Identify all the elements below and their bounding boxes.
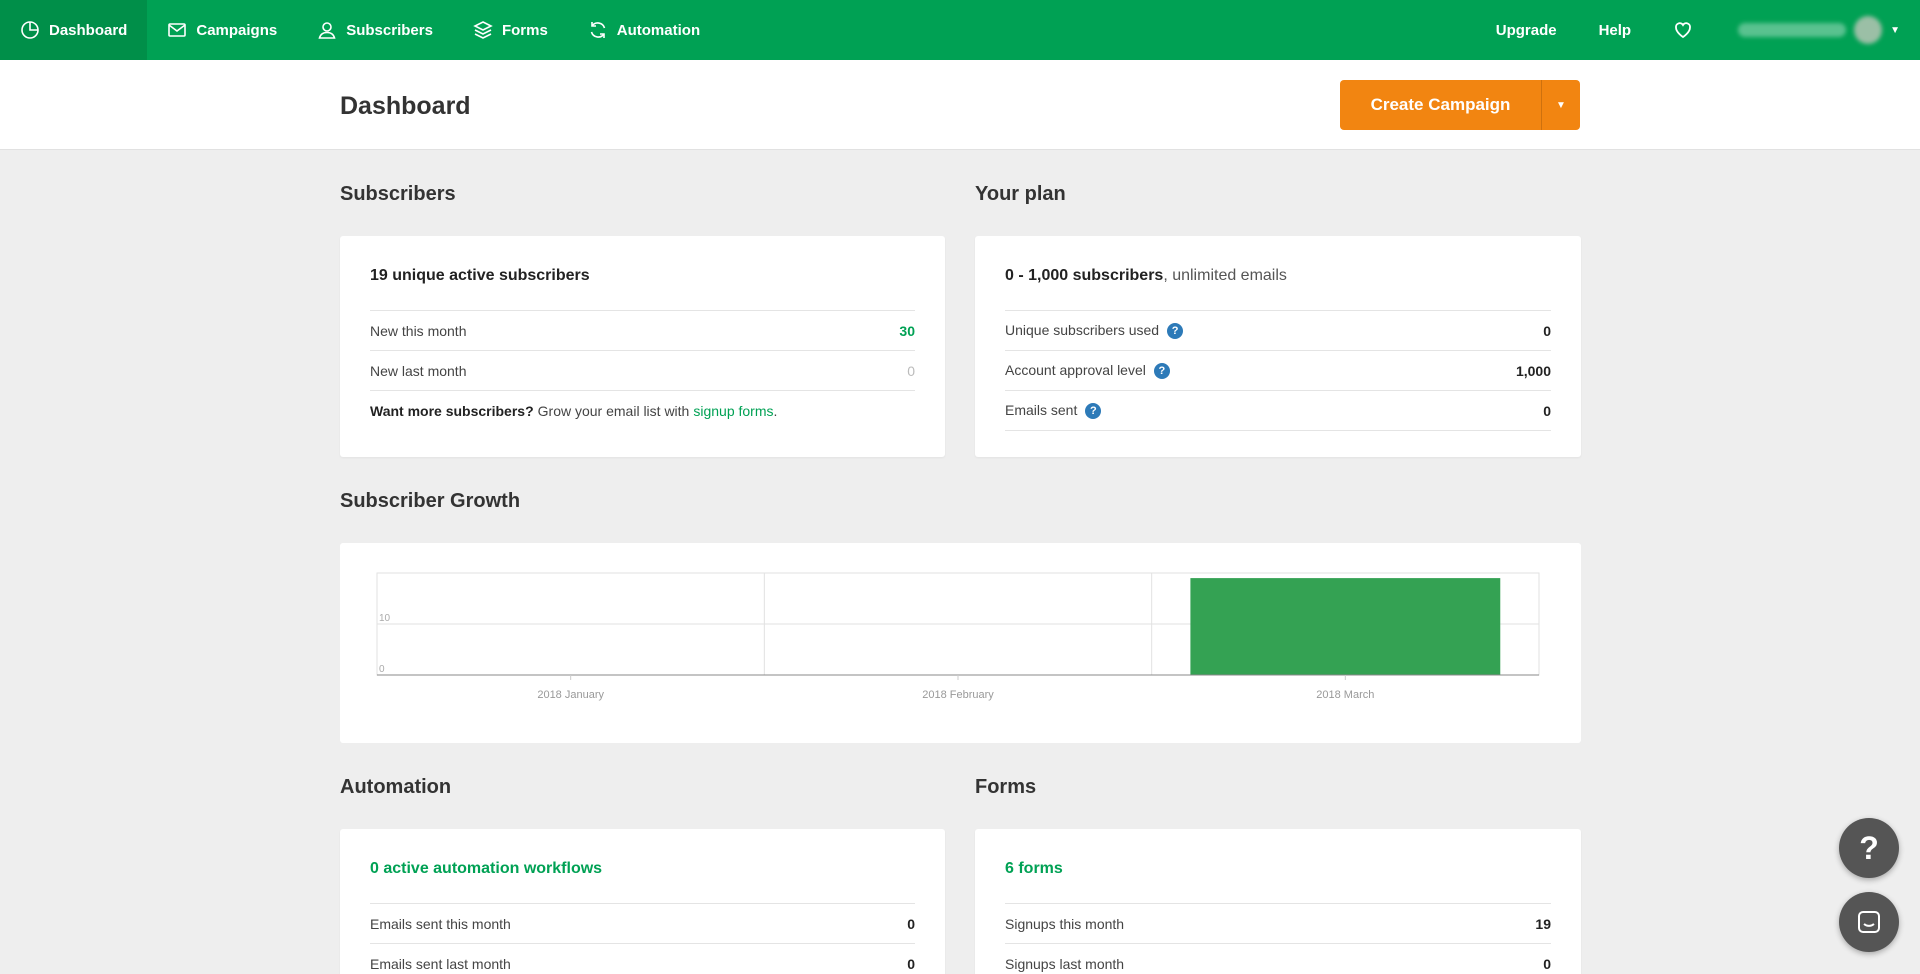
chevron-down-icon: ▼ [1556, 99, 1566, 111]
row-value: 0 [907, 915, 915, 932]
row-label: Account approval level [1005, 361, 1146, 378]
nav-item-automation[interactable]: Automation [568, 0, 720, 60]
row-label: Emails sent this month [370, 915, 511, 932]
note-bold: Want more subscribers? [370, 403, 534, 419]
nav-item-campaigns[interactable]: Campaigns [147, 0, 297, 60]
chart-bar [1190, 578, 1501, 675]
user-name-blurred [1738, 23, 1847, 37]
question-icon: ? [1859, 829, 1879, 866]
nav-label: Automation [616, 21, 701, 39]
chat-icon [1858, 911, 1880, 933]
row-label: Signups last month [1005, 955, 1125, 972]
create-campaign-button[interactable]: Create Campaign [1340, 80, 1541, 130]
list-item: New last month 0 [370, 351, 915, 391]
x-tick-label: 2018 March [1316, 689, 1374, 701]
layers-icon [473, 21, 493, 39]
list-item: Unique subscribers used? 0 [1005, 311, 1551, 351]
upgrade-link[interactable]: Upgrade [1475, 0, 1578, 60]
chevron-down-icon: ▼ [1890, 24, 1900, 36]
nav-right: Upgrade Help ▼ [1475, 0, 1920, 60]
growth-chart-card: 0 10 2018 January 2018 February 2018 March [340, 543, 1581, 743]
row-value: 1,000 [1515, 362, 1551, 379]
signup-forms-link[interactable]: signup forms [693, 403, 773, 419]
envelope-icon [168, 23, 187, 37]
create-campaign-dropdown[interactable]: ▼ [1541, 80, 1580, 130]
chat-widget-button[interactable] [1839, 892, 1899, 952]
row-value: 0 [907, 362, 915, 379]
heart-icon [1675, 22, 1691, 39]
nav-item-subscribers[interactable]: Subscribers [297, 0, 453, 60]
subscribers-card: 19 unique active subscribers New this mo… [340, 236, 945, 457]
automation-card: 0 active automation workflows Emails sen… [340, 829, 945, 974]
top-nav: Dashboard Campaigns Subscribers Forms Au… [0, 0, 1920, 60]
page-title: Dashboard [340, 92, 471, 120]
forms-headline[interactable]: 6 forms [1005, 859, 1551, 904]
list-item: Emails sent? 0 [1005, 391, 1551, 431]
automation-headline[interactable]: 0 active automation workflows [370, 859, 915, 904]
nav-item-dashboard[interactable]: Dashboard [0, 0, 148, 60]
forms-card: 6 forms Signups this month 19 Signups la… [975, 829, 1581, 974]
row-value: 0 [1543, 402, 1551, 419]
y-tick-label: 0 [379, 664, 385, 675]
growth-section-title: Subscriber Growth [340, 490, 521, 512]
x-tick-label: 2018 January [537, 689, 604, 701]
row-label: Emails sent last month [370, 955, 511, 972]
pie-chart-icon [21, 21, 39, 39]
row-value: 19 [1535, 915, 1551, 932]
automation-section-title: Automation [340, 776, 452, 798]
plan-headline: 0 - 1,000 subscribers, unlimited emails [1005, 266, 1551, 311]
row-label: Emails sent [1005, 401, 1078, 418]
plan-range: 0 - 1,000 subscribers [1005, 267, 1164, 284]
y-tick-label: 10 [379, 613, 391, 624]
row-label: New last month [370, 362, 467, 379]
growth-chart: 0 10 2018 January 2018 February 2018 March [376, 572, 1540, 701]
row-value: 0 [1543, 955, 1551, 972]
subscribers-headline: 19 unique active subscribers [370, 266, 915, 311]
row-label: New this month [370, 322, 467, 339]
subscribers-section-title: Subscribers [340, 183, 456, 205]
favorites-button[interactable] [1652, 0, 1714, 60]
row-value: 0 [907, 955, 915, 972]
row-label: Unique subscribers used [1005, 321, 1160, 338]
help-widget-button[interactable]: ? [1839, 818, 1899, 878]
page-header: Dashboard Create Campaign ▼ [0, 60, 1920, 150]
list-item: Signups last month 0 [1005, 944, 1551, 974]
refresh-icon [590, 22, 606, 38]
forms-section-title: Forms [975, 776, 1037, 798]
create-campaign-button-group: Create Campaign ▼ [1340, 80, 1580, 130]
user-menu[interactable]: ▼ [1714, 0, 1920, 60]
list-item: Emails sent last month 0 [370, 944, 915, 974]
nav-label: Forms [501, 21, 548, 39]
list-item: Signups this month 19 [1005, 904, 1551, 944]
plan-rest: , unlimited emails [1163, 267, 1287, 284]
nav-label: Dashboard [49, 21, 128, 39]
plan-card: 0 - 1,000 subscribers, unlimited emails … [975, 236, 1581, 457]
row-label: Signups this month [1005, 915, 1125, 932]
question-icon[interactable]: ? [1167, 323, 1184, 340]
question-icon[interactable]: ? [1153, 363, 1170, 380]
user-icon [318, 22, 336, 39]
plan-section-title: Your plan [975, 183, 1066, 205]
nav-label: Subscribers [346, 21, 433, 39]
list-item: Account approval level? 1,000 [1005, 351, 1551, 391]
nav-label: Campaigns [196, 21, 278, 39]
help-link[interactable]: Help [1578, 0, 1653, 60]
avatar [1854, 16, 1883, 44]
note-end: . [773, 403, 778, 419]
nav-item-forms[interactable]: Forms [453, 0, 568, 60]
row-value: 30 [899, 322, 915, 339]
list-item: Emails sent this month 0 [370, 904, 915, 944]
row-value: 0 [1543, 322, 1551, 339]
subscribers-note: Want more subscribers? Grow your email l… [370, 391, 915, 431]
x-tick-label: 2018 February [922, 689, 994, 701]
question-icon[interactable]: ? [1085, 403, 1102, 420]
list-item: New this month 30 [370, 311, 915, 351]
note-text: Grow your email list with [537, 403, 690, 419]
